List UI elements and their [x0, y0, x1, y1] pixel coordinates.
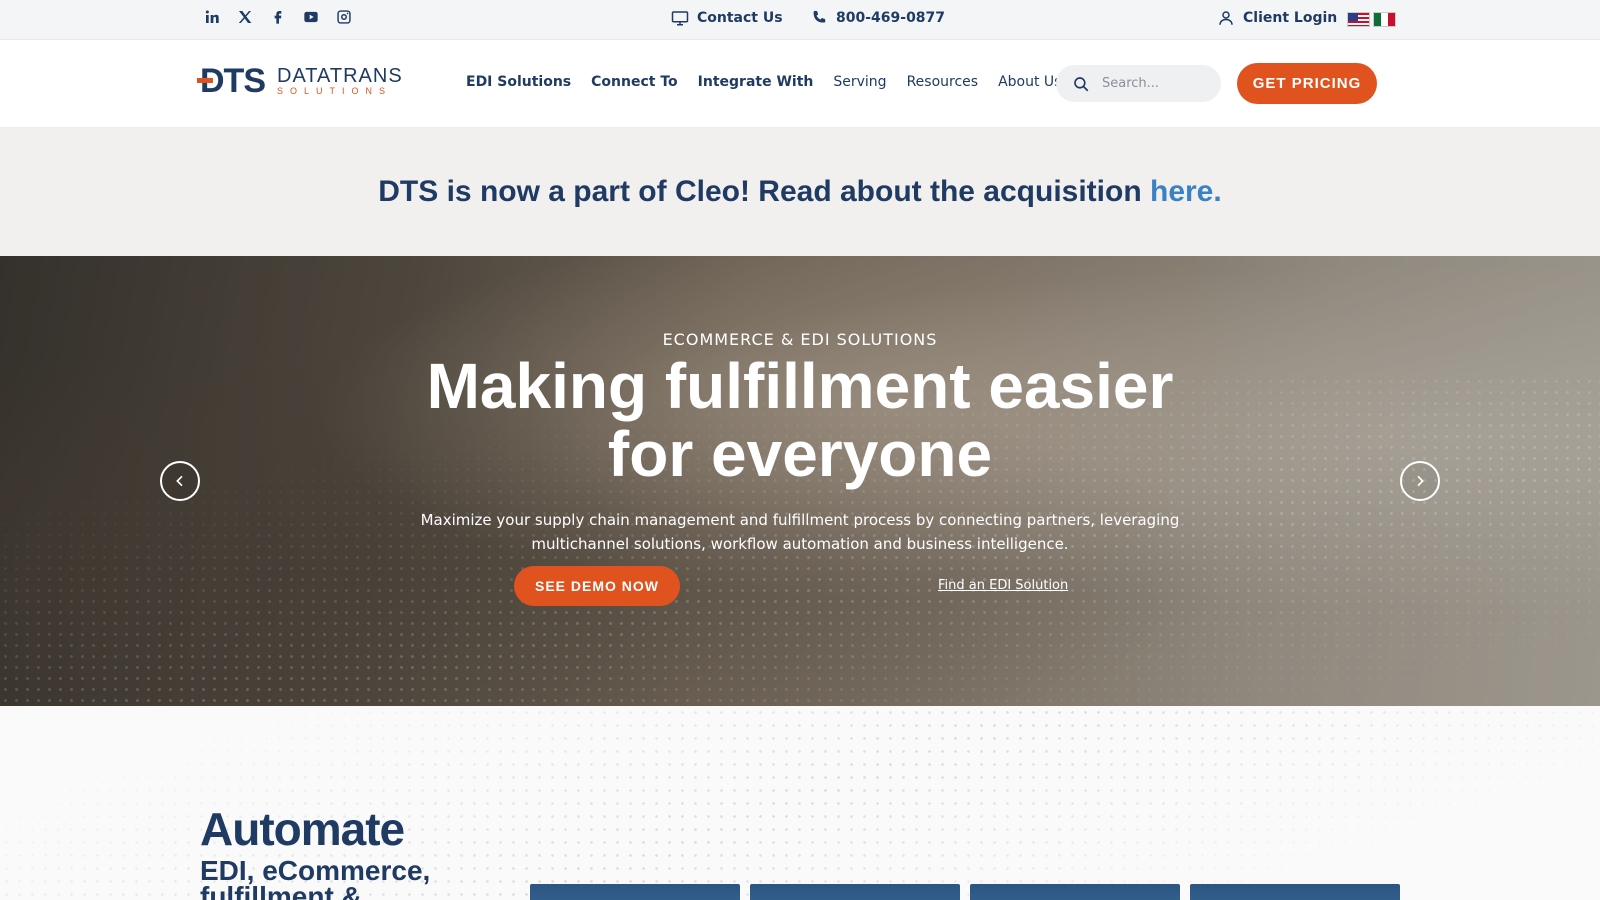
main-nav: EDI Solutions Connect To Integrate With …	[466, 74, 1061, 90]
nav-connect-to[interactable]: Connect To	[591, 74, 678, 90]
automate-heading: Automate	[200, 803, 405, 855]
hero-description: Maximize your supply chain management an…	[420, 511, 1180, 553]
solution-card[interactable]	[750, 884, 960, 900]
automate-subheading: EDI, eCommerce, fulfillment &	[200, 855, 431, 900]
contact-us-label: Contact Us	[697, 10, 783, 26]
nav-edi-solutions[interactable]: EDI Solutions	[466, 74, 571, 90]
announcement-banner: DTS is now a part of Cleo! Read about th…	[0, 128, 1600, 256]
nav-resources[interactable]: Resources	[907, 74, 979, 90]
solution-cards	[530, 884, 1400, 900]
search-input[interactable]	[1102, 76, 1212, 91]
logo-wordmark: DATATRANS SOLUTIONS	[277, 64, 403, 96]
language-switcher	[1347, 12, 1396, 27]
slider-next-button[interactable]	[1400, 461, 1440, 501]
user-icon	[1219, 11, 1233, 25]
nav-integrate-with[interactable]: Integrate With	[698, 74, 814, 90]
chevron-right-icon	[1417, 475, 1424, 487]
automate-section: Automate EDI, eCommerce, fulfillment &	[0, 706, 1600, 900]
phone-icon	[813, 10, 826, 23]
nav-about-us[interactable]: About Us	[998, 74, 1061, 90]
get-pricing-button[interactable]: GET PRICING	[1237, 63, 1377, 104]
phone-number: 800-469-0877	[836, 10, 946, 26]
linkedin-icon[interactable]	[204, 9, 220, 25]
solution-card[interactable]	[1190, 884, 1400, 900]
solution-card[interactable]	[530, 884, 740, 900]
search-box	[1056, 65, 1221, 102]
chevron-left-icon	[176, 475, 183, 487]
hero-slider: ECOMMERCE & EDI SOLUTIONS Making fulfill…	[0, 256, 1600, 706]
mexico-flag-icon[interactable]	[1373, 12, 1396, 27]
solution-card[interactable]	[970, 884, 1180, 900]
social-links	[204, 9, 352, 25]
announcement-text: DTS is now a part of Cleo! Read about th…	[378, 175, 1222, 208]
hero-title: Making fulfillment easier for everyone	[426, 350, 1174, 490]
find-edi-solution-link[interactable]: Find an EDI Solution	[938, 578, 1068, 593]
phone-link[interactable]: 800-469-0877	[810, 9, 945, 27]
hero-eyebrow: ECOMMERCE & EDI SOLUTIONS	[662, 330, 938, 349]
monitor-icon	[671, 11, 689, 26]
logo-mark: DTS	[197, 64, 266, 98]
us-flag-icon[interactable]	[1347, 12, 1370, 27]
facebook-icon[interactable]	[270, 9, 286, 25]
announcement-link[interactable]: here.	[1150, 175, 1222, 208]
instagram-icon[interactable]	[336, 9, 352, 25]
x-twitter-icon[interactable]	[237, 9, 253, 25]
top-utility-bar: Contact Us 800-469-0877 Client Login	[0, 0, 1600, 40]
contact-us-link[interactable]: Contact Us	[671, 9, 783, 27]
client-login-link[interactable]: Client Login	[1217, 9, 1337, 27]
see-demo-button[interactable]: SEE DEMO NOW	[514, 566, 680, 606]
dts-logo[interactable]: DTS DATATRANS SOLUTIONS	[197, 64, 403, 98]
nav-serving[interactable]: Serving	[833, 74, 886, 90]
client-login-label: Client Login	[1243, 10, 1338, 26]
main-header: DTS DATATRANS SOLUTIONS EDI Solutions Co…	[0, 40, 1600, 128]
youtube-icon[interactable]	[303, 9, 319, 25]
slider-prev-button[interactable]	[160, 461, 200, 501]
search-icon[interactable]	[1072, 75, 1090, 93]
